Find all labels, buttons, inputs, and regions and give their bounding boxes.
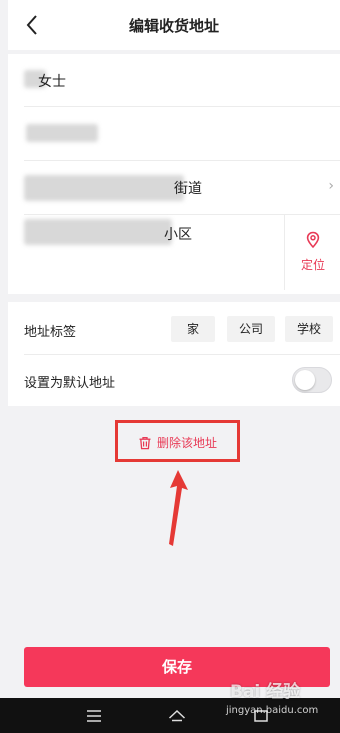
menu-icon[interactable] bbox=[85, 707, 103, 725]
locate-button[interactable]: 定位 bbox=[284, 214, 340, 290]
locate-label: 定位 bbox=[300, 258, 325, 272]
community-suffix: 小区 bbox=[164, 227, 192, 243]
address-form: 女士 街道 › 小区 定位 bbox=[8, 54, 340, 294]
street-suffix: 街道 bbox=[174, 181, 202, 197]
delete-label: 删除该地址 bbox=[157, 436, 218, 450]
name-suffix: 女士 bbox=[38, 74, 66, 90]
header-bar: 编辑收货地址 bbox=[8, 0, 340, 50]
tag-label: 地址标签 bbox=[24, 325, 77, 340]
tag-section: 地址标签 家 公司 学校 设置为默认地址 bbox=[8, 302, 340, 406]
divider bbox=[24, 354, 340, 355]
page-title: 编辑收货地址 bbox=[128, 17, 219, 35]
tag-school[interactable]: 学校 bbox=[285, 316, 333, 342]
chevron-right-icon: › bbox=[328, 178, 334, 194]
toggle-knob bbox=[295, 370, 315, 390]
tag-company[interactable]: 公司 bbox=[227, 316, 275, 342]
watermark-brand: Bai 经验 bbox=[230, 682, 301, 702]
watermark: Bai 经验 jingyan.baidu.com bbox=[210, 677, 340, 733]
tag-home[interactable]: 家 bbox=[171, 316, 215, 342]
region-redacted bbox=[24, 175, 184, 201]
default-address-toggle[interactable] bbox=[292, 367, 332, 393]
screen: 编辑收货地址 女士 街道 › 小区 定位 地址标签 家 公司 学校 设置为默认地… bbox=[8, 0, 340, 733]
annotation-arrow bbox=[169, 470, 188, 546]
watermark-url: jingyan.baidu.com bbox=[226, 705, 319, 716]
default-label: 设置为默认地址 bbox=[24, 376, 116, 391]
name-field[interactable]: 女士 bbox=[8, 54, 340, 106]
phone-redacted bbox=[26, 124, 98, 142]
location-pin-icon bbox=[306, 231, 320, 249]
region-field[interactable]: 街道 › bbox=[8, 161, 340, 215]
trash-icon bbox=[139, 436, 151, 449]
delete-address-button[interactable]: 删除该地址 bbox=[138, 434, 217, 451]
home-icon[interactable] bbox=[168, 707, 186, 725]
phone-field[interactable] bbox=[8, 107, 340, 160]
delete-highlight-box: 删除该地址 bbox=[115, 420, 240, 462]
detail-redacted bbox=[24, 219, 172, 245]
